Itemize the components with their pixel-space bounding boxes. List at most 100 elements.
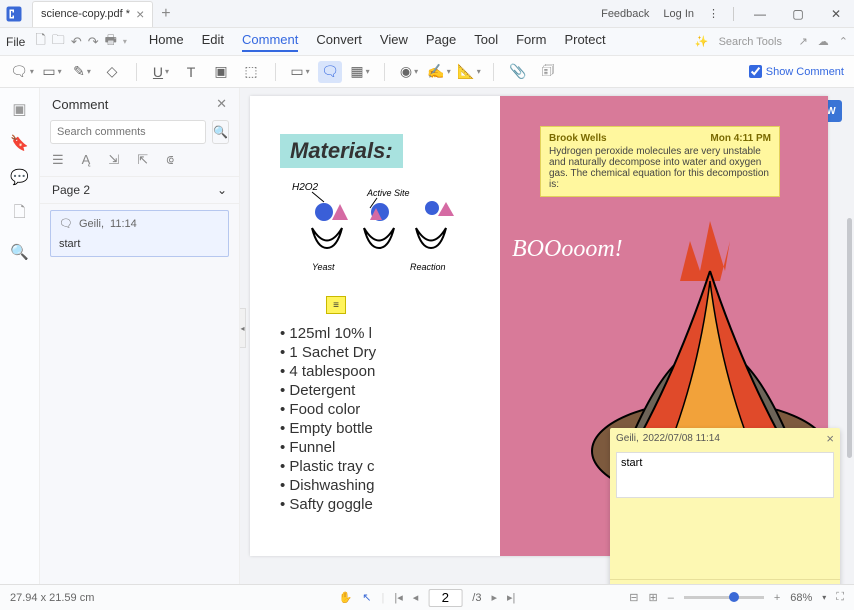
more-icon[interactable]: ⋮ [708,7,719,20]
main-menu: Home Edit Comment Convert View Page Tool… [149,32,606,52]
area-tool[interactable]: ▦ [348,61,372,83]
next-page-icon[interactable]: ▸ [491,591,497,604]
status-bar: 27.94 x 21.59 cm ✋ ↖ | |◂ ◂ /3 ▸ ▸| ⊟ ⊞ … [0,584,854,610]
zoom-slider[interactable] [684,596,764,599]
menu-tool[interactable]: Tool [474,32,498,52]
vertical-scrollbar[interactable] [847,218,852,458]
note-textarea[interactable] [616,452,834,498]
existing-sticky-note[interactable]: Brook Wells Mon 4:11 PM Hydrogen peroxid… [540,126,780,197]
document-canvas[interactable]: ◂ W Materials: H2O2 Active Site [240,88,854,584]
expand-all-icon[interactable]: ⇲ [108,152,119,168]
ai-tools-icon[interactable]: ✨ [695,35,709,48]
shape-rect-tool[interactable]: ▭ [288,61,312,83]
current-page-input[interactable] [428,589,462,607]
save-icon[interactable]: 🗋 [35,31,45,53]
tab-title: science-copy.pdf * [41,8,130,20]
comments-list-tool[interactable]: 🗊 [536,61,560,83]
menu-home[interactable]: Home [149,32,184,52]
bookmarks-icon[interactable]: 🔖 [10,134,29,152]
fit-page-icon[interactable]: ⊞ [648,591,657,604]
new-tab-button[interactable]: + [161,5,170,23]
search-comments-input[interactable] [50,120,206,144]
tab-close-icon[interactable]: × [136,6,144,22]
comment-list-item[interactable]: 🗨 Geili, 11:14 start [50,210,229,257]
label-yeast: Yeast [312,262,335,272]
zoom-out-icon[interactable]: – [668,592,674,604]
menu-protect[interactable]: Protect [564,32,605,52]
note-type-icon: 🗨 [59,217,73,230]
document-tab[interactable]: science-copy.pdf * × [32,1,153,27]
menu-page[interactable]: Page [426,32,456,52]
maximize-button[interactable]: ▢ [786,7,810,21]
search-button[interactable]: 🔍 [212,120,229,144]
menu-comment[interactable]: Comment [242,32,298,52]
sort-az-icon[interactable]: Ą [82,152,91,168]
textbox-tool[interactable]: ▣ [209,61,233,83]
comment-panel: Comment ✕ 🔍 ☰ Ą ⇲ ⇱ ⟃ Page 2 ⌄ 🗨 Geili, … [40,88,240,584]
chevron-down-icon: ⌄ [217,183,227,197]
measure-tool[interactable]: 📐 [457,61,481,83]
materials-heading: Materials: [280,134,403,168]
close-window-button[interactable]: ✕ [824,7,848,21]
sort-icon[interactable]: ☰ [52,152,64,168]
attachments-rail-icon[interactable]: 🗋 [13,202,25,227]
menu-edit[interactable]: Edit [202,32,224,52]
first-page-icon[interactable]: |◂ [394,591,402,604]
note-popup[interactable]: Geili, 2022/07/08 11:14 × ⧉ [610,428,840,584]
menu-form[interactable]: Form [516,32,546,52]
panel-title: Comment [52,97,108,112]
highlight-tool[interactable]: ▭ [40,61,64,83]
file-menu[interactable]: File [6,35,25,49]
text-tool[interactable]: T [179,61,203,83]
materials-list: • 125ml 10% l• 1 Sachet Dry• 4 tablespoo… [280,324,376,514]
collapse-ribbon-icon[interactable]: ⌃ [839,35,848,48]
title-bar: science-copy.pdf * × + Feedback Log In ⋮… [0,0,854,28]
pencil-tool[interactable]: ✎ [70,61,94,83]
underline-tool[interactable]: U [149,61,173,83]
signature-tool[interactable]: ✍ [427,61,451,83]
menu-convert[interactable]: Convert [316,32,362,52]
feedback-link[interactable]: Feedback [601,8,649,20]
comments-icon[interactable]: 💬 [10,168,29,186]
stamp-tool[interactable]: ◉ [397,61,421,83]
workspace: ▣ 🔖 💬 🗋 🔍 Comment ✕ 🔍 ☰ Ą ⇲ ⇱ ⟃ Page 2 ⌄… [0,88,854,584]
open-icon[interactable]: 🗀 [52,31,65,53]
thumbnails-icon[interactable]: ▣ [12,100,26,118]
sticky-note-tool[interactable]: 🗨 [318,61,342,83]
popup-close-icon[interactable]: × [826,431,834,446]
fullscreen-icon[interactable]: ⛶ [836,591,844,604]
login-link[interactable]: Log In [663,8,694,20]
share-icon[interactable]: ↗ [799,35,808,48]
label-h2o2: H2O2 [292,182,319,193]
side-rail: ▣ 🔖 💬 🗋 🔍 [0,88,40,584]
show-comment-toggle[interactable]: Show Comment [749,65,844,78]
page-note-marker[interactable]: ≡ [326,296,346,314]
note-tool[interactable]: 🗨 [10,61,34,83]
minimize-button[interactable]: — [748,7,772,21]
panel-collapse-handle[interactable]: ◂ [240,308,246,348]
undo-icon[interactable]: ↶ [71,34,82,50]
show-comment-checkbox[interactable] [749,65,762,78]
search-rail-icon[interactable]: 🔍 [10,243,29,261]
prev-page-icon[interactable]: ◂ [413,591,419,604]
select-tool-icon[interactable]: ↖ [362,591,371,604]
note-options-icon[interactable]: ⧉ [616,584,625,585]
menu-bar: File 🗋 🗀 ↶ ↷ 🖶 ▾ Home Edit Comment Conve… [0,28,854,56]
cloud-icon[interactable]: ☁ [818,35,829,48]
callout-tool[interactable]: ⬚ [239,61,263,83]
search-tools-input[interactable]: Search Tools [719,36,789,48]
filter-icon[interactable]: ⟃ [166,152,174,168]
menu-view[interactable]: View [380,32,408,52]
panel-close-icon[interactable]: ✕ [216,96,227,112]
zoom-in-icon[interactable]: + [774,592,780,604]
app-logo [0,0,28,28]
page-group-header[interactable]: Page 2 ⌄ [40,176,239,204]
print-icon[interactable]: 🖶 [105,31,117,53]
redo-icon[interactable]: ↷ [88,34,99,50]
eraser-tool[interactable]: ◇ [100,61,124,83]
collapse-all-icon[interactable]: ⇱ [137,152,148,168]
hand-tool-icon[interactable]: ✋ [339,591,353,604]
last-page-icon[interactable]: ▸| [507,591,515,604]
attach-tool[interactable]: 📎 [506,61,530,83]
fit-width-icon[interactable]: ⊟ [629,591,638,604]
